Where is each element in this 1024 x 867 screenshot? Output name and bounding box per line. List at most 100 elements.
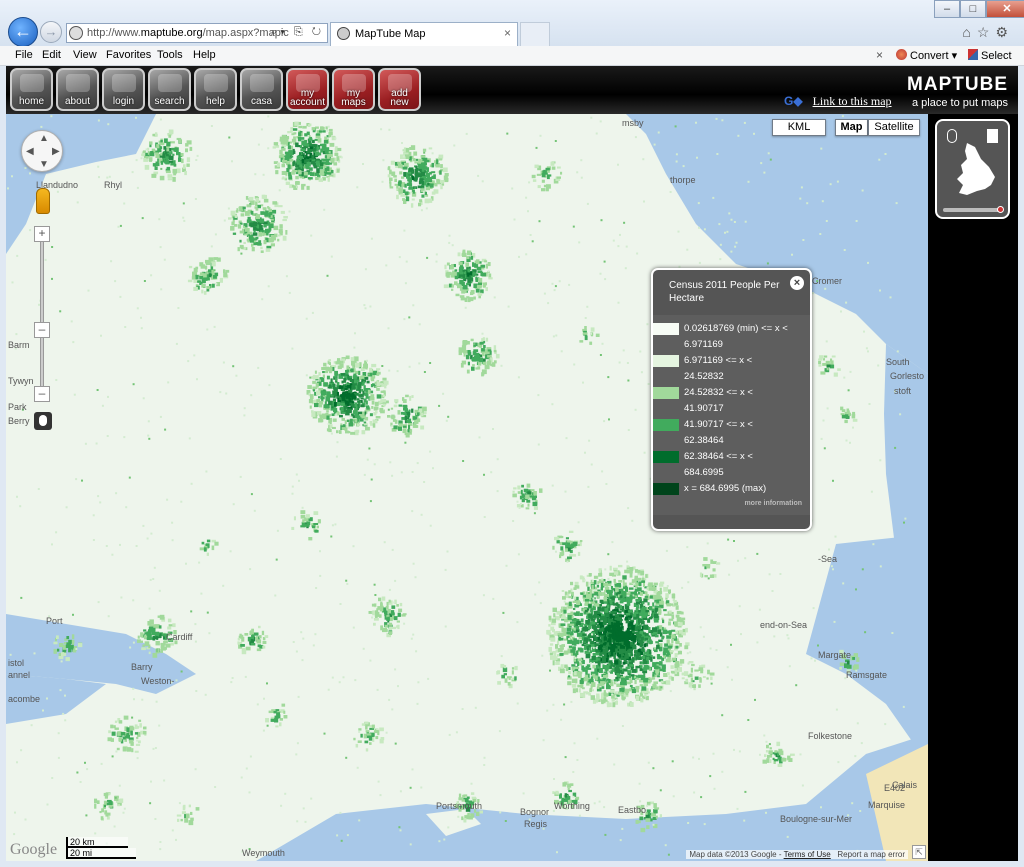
urban-density-cell bbox=[247, 231, 252, 235]
rural-density-cell bbox=[667, 853, 670, 856]
urban-density-cell bbox=[471, 366, 475, 371]
forward-button[interactable]: → bbox=[40, 21, 62, 43]
rural-density-cell bbox=[587, 592, 590, 594]
select-button[interactable]: Select bbox=[968, 49, 1012, 62]
rural-density-cell bbox=[461, 708, 464, 710]
settings-gear-icon[interactable]: ⚙ bbox=[995, 24, 1014, 40]
tab-maptube[interactable]: MapTube Map × bbox=[330, 22, 518, 46]
urban-density-cell bbox=[380, 603, 383, 608]
urban-density-cell bbox=[404, 412, 407, 416]
nav-button-home[interactable]: home bbox=[10, 68, 53, 111]
rural-density-cell bbox=[617, 245, 620, 248]
rural-density-cell bbox=[394, 579, 397, 582]
nav-button-my-maps[interactable]: my maps bbox=[332, 68, 375, 111]
urban-density-cell bbox=[134, 732, 138, 735]
urban-density-cell bbox=[373, 622, 376, 626]
tab-close-icon[interactable]: × bbox=[504, 26, 511, 40]
urban-density-cell bbox=[582, 332, 588, 335]
urban-density-cell bbox=[625, 692, 629, 696]
menu-help[interactable]: Help bbox=[193, 49, 216, 61]
urban-density-cell bbox=[411, 395, 414, 398]
rural-density-cell bbox=[492, 428, 494, 430]
urban-density-cell bbox=[176, 814, 182, 817]
address-url[interactable]: http://www.maptube.org/map.aspx?mapic bbox=[87, 27, 289, 39]
rural-density-cell bbox=[539, 134, 542, 137]
urban-density-cell bbox=[297, 167, 301, 170]
nav-button-search[interactable]: search bbox=[148, 68, 191, 111]
urban-density-cell bbox=[580, 618, 584, 623]
rural-density-cell bbox=[267, 115, 270, 118]
maximize-button[interactable]: □ bbox=[960, 0, 986, 18]
back-button[interactable]: ← bbox=[8, 17, 38, 47]
urban-density-cell bbox=[302, 524, 307, 527]
menu-tools[interactable]: Tools bbox=[157, 49, 183, 61]
rural-density-cell bbox=[100, 334, 102, 337]
rural-density-cell bbox=[744, 790, 747, 793]
urban-density-cell bbox=[283, 216, 288, 219]
nav-button-about[interactable]: about bbox=[56, 68, 99, 111]
nav-button-help[interactable]: help bbox=[194, 68, 237, 111]
urban-density-cell bbox=[670, 670, 675, 674]
urban-density-cell bbox=[586, 682, 590, 686]
menu-favorites[interactable]: Favorites bbox=[106, 49, 151, 61]
close-window-button[interactable]: ✕ bbox=[986, 0, 1024, 18]
rural-density-cell bbox=[51, 246, 54, 248]
close-toolbar-icon[interactable]: × bbox=[876, 48, 883, 62]
rural-density-cell bbox=[13, 833, 16, 836]
address-actions[interactable]: ⌕▾ ⎘ ↻ bbox=[271, 26, 324, 39]
urban-density-cell bbox=[585, 692, 590, 695]
favorites-star-icon[interactable]: ☆ bbox=[977, 24, 996, 40]
nav-button-add-new[interactable]: add new bbox=[378, 68, 421, 111]
rural-density-cell bbox=[821, 200, 824, 203]
urban-density-cell bbox=[462, 249, 466, 254]
rural-density-cell bbox=[627, 507, 630, 510]
urban-density-cell bbox=[333, 388, 338, 392]
urban-density-cell bbox=[668, 618, 674, 621]
rural-density-cell bbox=[879, 289, 881, 292]
link-to-map[interactable]: G◆ Link to this map bbox=[784, 94, 892, 109]
urban-density-cell bbox=[520, 489, 523, 495]
urban-density-cell bbox=[645, 574, 648, 578]
rural-density-cell bbox=[604, 278, 607, 281]
minimize-button[interactable]: – bbox=[934, 0, 960, 18]
urban-density-cell bbox=[622, 580, 625, 583]
menu-edit[interactable]: Edit bbox=[42, 49, 61, 61]
urban-density-cell bbox=[591, 682, 596, 687]
rural-density-cell bbox=[706, 542, 709, 545]
nav-button-my-account[interactable]: my account bbox=[286, 68, 329, 111]
google-earth-icon: G◆ bbox=[784, 94, 803, 108]
urban-density-cell bbox=[645, 818, 651, 822]
rural-density-cell bbox=[180, 500, 183, 503]
address-bar[interactable]: http://www.maptube.org/map.aspx?mapic ⌕▾… bbox=[66, 23, 328, 43]
nav-button-label: casa bbox=[250, 96, 273, 107]
convert-button[interactable]: Convert ▾ bbox=[896, 49, 957, 62]
urban-density-cell bbox=[577, 551, 581, 556]
menu-file[interactable]: File bbox=[15, 49, 33, 61]
urban-density-cell bbox=[482, 361, 487, 366]
nav-button-casa[interactable]: casa bbox=[240, 68, 283, 111]
rural-density-cell bbox=[904, 517, 907, 520]
rural-density-cell bbox=[70, 320, 73, 323]
rural-density-cell bbox=[572, 771, 575, 773]
nav-button-login[interactable]: login bbox=[102, 68, 145, 111]
rural-density-cell bbox=[538, 220, 541, 223]
urban-density-cell bbox=[167, 626, 172, 630]
maptube-tagline: a place to put maps bbox=[911, 97, 1008, 109]
browser-toolbar-icons[interactable]: ⌂☆⚙ bbox=[962, 24, 1014, 41]
urban-density-cell bbox=[613, 630, 616, 635]
rural-density-cell bbox=[592, 597, 595, 600]
new-tab-button[interactable] bbox=[520, 22, 550, 46]
urban-density-cell bbox=[613, 578, 616, 583]
urban-density-cell bbox=[643, 665, 649, 669]
urban-density-cell bbox=[402, 397, 405, 401]
urban-density-cell bbox=[411, 408, 414, 413]
rural-density-cell bbox=[388, 369, 391, 372]
urban-density-cell bbox=[602, 658, 606, 664]
urban-density-cell bbox=[641, 646, 645, 652]
urban-density-cell bbox=[638, 640, 643, 644]
urban-density-cell bbox=[177, 818, 180, 822]
urban-density-cell bbox=[354, 413, 359, 418]
menu-view[interactable]: View bbox=[73, 49, 97, 61]
rural-density-cell bbox=[423, 371, 426, 373]
home-icon[interactable]: ⌂ bbox=[962, 24, 976, 40]
